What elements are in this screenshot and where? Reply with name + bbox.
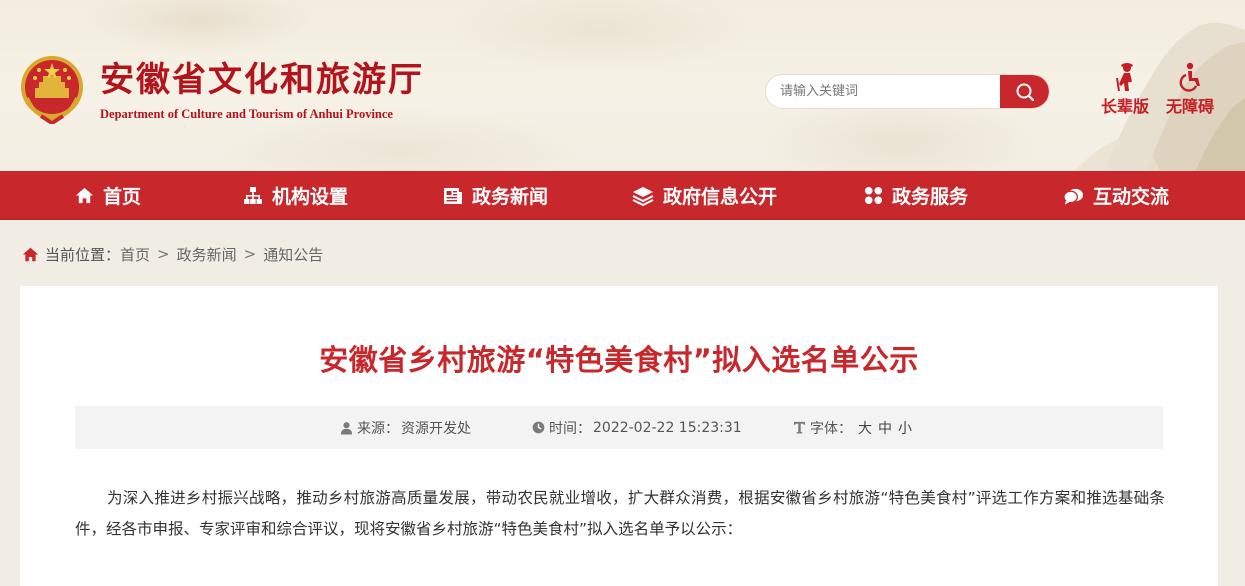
clock-icon bbox=[532, 421, 545, 434]
meta-source-value: 资源开发处 bbox=[401, 420, 471, 437]
nav-item-org[interactable]: 机构设置 bbox=[243, 171, 348, 220]
home-icon bbox=[22, 247, 39, 261]
breadcrumb-link-notices[interactable]: 通知公告 bbox=[263, 244, 323, 265]
elder-mode-link[interactable]: 长辈版 bbox=[1095, 62, 1155, 117]
meta-source: 来源： 资源开发处 bbox=[340, 406, 471, 449]
nav-item-label: 政府信息公开 bbox=[663, 186, 778, 208]
meta-time: 时间： 2022-02-22 15:23:31 bbox=[532, 406, 742, 449]
news-icon bbox=[444, 187, 462, 204]
nav-item-news[interactable]: 政务新闻 bbox=[443, 171, 548, 220]
accessibility-link[interactable]: 无障碍 bbox=[1160, 62, 1220, 117]
nav-item-services[interactable]: 政务服务 bbox=[864, 171, 968, 220]
elder-mode-label: 长辈版 bbox=[1100, 97, 1149, 116]
meta-time-value: 2022-02-22 15:23:31 bbox=[593, 419, 742, 436]
person-icon bbox=[340, 421, 353, 434]
nav-item-label: 政务服务 bbox=[892, 186, 969, 208]
nav-item-label: 首页 bbox=[103, 186, 142, 208]
accessibility-label: 无障碍 bbox=[1165, 97, 1214, 116]
search-icon bbox=[1016, 83, 1034, 101]
elder-icon bbox=[1116, 63, 1133, 92]
meta-fontsize-label: 字体： bbox=[810, 420, 852, 437]
nav-item-info-disclosure[interactable]: 政府信息公开 bbox=[632, 171, 777, 220]
search-button[interactable] bbox=[1000, 75, 1049, 108]
article-title: 安徽省乡村旅游“特色美食村”拟入选名单公示 bbox=[319, 343, 919, 377]
article-paragraph: 为深入推进乡村振兴战略，推动乡村旅游高质量发展，带动农民就业增收，扩大群众消费，… bbox=[75, 489, 1165, 538]
text-size-icon bbox=[793, 421, 806, 434]
meta-time-label: 时间： bbox=[549, 420, 591, 437]
chat-icon bbox=[1063, 188, 1084, 205]
layers-icon bbox=[632, 186, 654, 206]
meta-source-label: 来源： bbox=[357, 420, 399, 437]
wheelchair-icon bbox=[1179, 62, 1200, 92]
nav-item-label: 政务新闻 bbox=[472, 186, 549, 208]
breadcrumb-prefix: 当前位置： bbox=[45, 245, 121, 264]
font-size-medium-button[interactable]: 中 bbox=[878, 418, 892, 438]
search-input[interactable] bbox=[766, 75, 1000, 108]
nav-item-label: 机构设置 bbox=[272, 186, 349, 208]
breadcrumb-separator: > bbox=[243, 245, 257, 263]
national-emblem-icon bbox=[21, 56, 83, 124]
meta-fontsize: 字体： 大 中 小 bbox=[793, 406, 912, 449]
grid-icon bbox=[864, 186, 883, 205]
font-size-large-button[interactable]: 大 bbox=[858, 418, 872, 438]
home-icon bbox=[75, 187, 94, 204]
nav-item-interaction[interactable]: 互动交流 bbox=[1063, 171, 1169, 220]
site-title: 安徽省文化和旅游厅 bbox=[100, 60, 424, 100]
breadcrumb-link-news[interactable]: 政务新闻 bbox=[177, 244, 237, 265]
breadcrumb-link-home[interactable]: 首页 bbox=[120, 244, 150, 265]
search-box bbox=[766, 75, 1049, 108]
breadcrumb-separator: > bbox=[157, 245, 170, 263]
nav-item-label: 互动交流 bbox=[1093, 186, 1170, 208]
site-header: 安徽省文化和旅游厅 Department of Culture and Tour… bbox=[0, 0, 1245, 171]
article-panel: 安徽省乡村旅游“特色美食村”拟入选名单公示 来源： 资源开发处 时间： 2022… bbox=[20, 286, 1218, 586]
breadcrumb: 当前位置： 首页 > 政务新闻 > 通知公告 bbox=[22, 244, 323, 264]
article-meta-bar: 来源： 资源开发处 时间： 2022-02-22 15:23:31 字体： 大 … bbox=[75, 406, 1163, 449]
main-nav: 首页 机构设置 政务新闻 政府信息公开 政务服务 互动交流 bbox=[0, 171, 1245, 220]
font-size-small-button[interactable]: 小 bbox=[898, 418, 912, 438]
org-chart-icon bbox=[244, 186, 262, 204]
site-subtitle: Department of Culture and Tourism of Anh… bbox=[100, 107, 393, 121]
nav-item-home[interactable]: 首页 bbox=[75, 171, 141, 220]
